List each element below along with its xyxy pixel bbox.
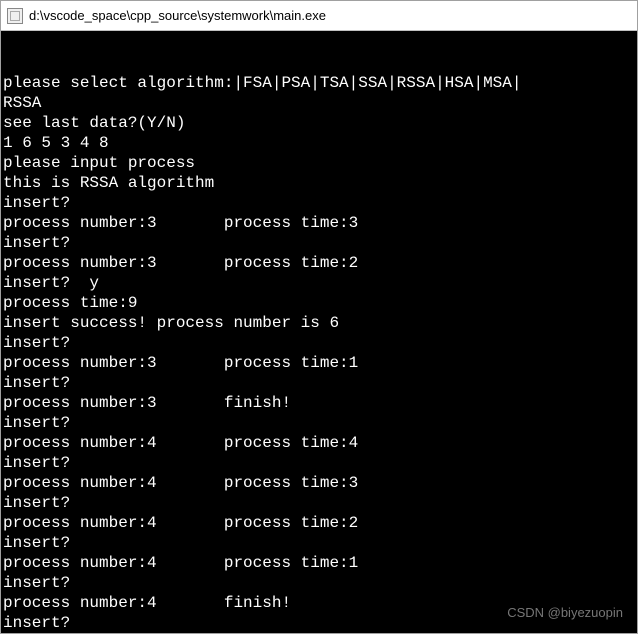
console-line: process number:4 process time:2 xyxy=(3,513,637,533)
console-line: insert? xyxy=(3,413,637,433)
window-title: d:\vscode_space\cpp_source\systemwork\ma… xyxy=(29,8,326,23)
console-line: please input process xyxy=(3,153,637,173)
console-line: insert? xyxy=(3,233,637,253)
console-window: d:\vscode_space\cpp_source\systemwork\ma… xyxy=(0,0,638,634)
console-line: process number:3 process time:1 xyxy=(3,353,637,373)
console-line: insert? xyxy=(3,493,637,513)
console-line: insert? xyxy=(3,533,637,553)
titlebar[interactable]: d:\vscode_space\cpp_source\systemwork\ma… xyxy=(1,1,637,31)
console-line: process number:3 process time:2 xyxy=(3,253,637,273)
console-line: process number:3 finish! xyxy=(3,393,637,413)
console-line: process time:9 xyxy=(3,293,637,313)
console-line: insert? xyxy=(3,193,637,213)
console-line: process number:4 finish! xyxy=(3,593,637,613)
console-line: process number:4 process time:3 xyxy=(3,473,637,493)
console-line: see last data?(Y/N) xyxy=(3,113,637,133)
app-icon xyxy=(7,8,23,24)
console-output[interactable]: please select algorithm:|FSA|PSA|TSA|SSA… xyxy=(1,31,637,633)
console-line: please select algorithm:|FSA|PSA|TSA|SSA… xyxy=(3,73,637,93)
console-line: insert? xyxy=(3,333,637,353)
console-line: 1 6 5 3 4 8 xyxy=(3,133,637,153)
console-line: RSSA xyxy=(3,93,637,113)
console-line: process number:4 process time:1 xyxy=(3,553,637,573)
console-line: insert? xyxy=(3,373,637,393)
console-line: insert success! process number is 6 xyxy=(3,313,637,333)
console-line: process number:4 process time:4 xyxy=(3,433,637,453)
console-line: insert? y xyxy=(3,273,637,293)
console-line: this is RSSA algorithm xyxy=(3,173,637,193)
console-line: insert? xyxy=(3,453,637,473)
console-line: insert? xyxy=(3,573,637,593)
console-line: process number:3 process time:3 xyxy=(3,213,637,233)
console-line: insert? xyxy=(3,613,637,633)
